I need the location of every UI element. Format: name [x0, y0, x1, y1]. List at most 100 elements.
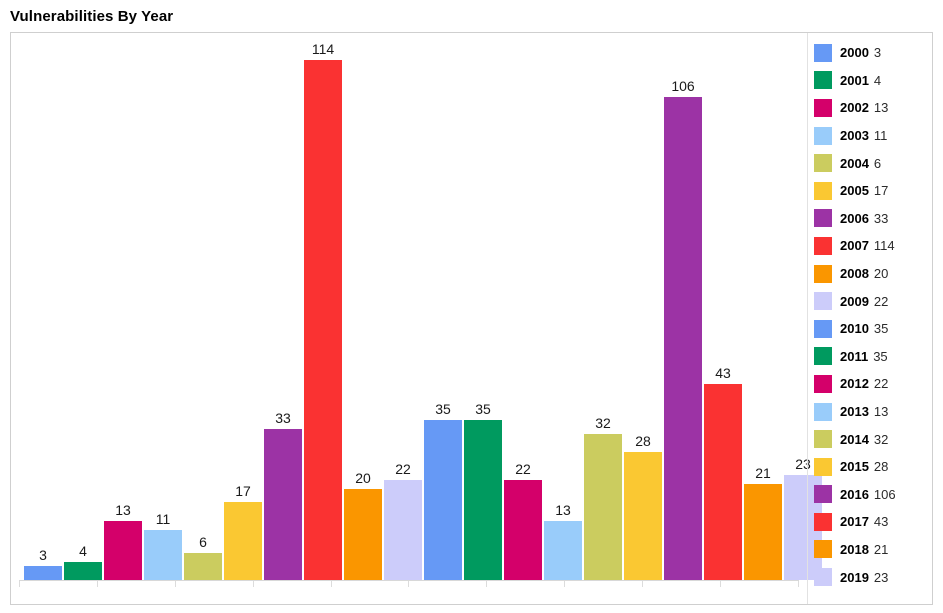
legend-count-label: 17 [873, 183, 889, 199]
bar-group[interactable]: 4 [64, 39, 102, 580]
bar-group[interactable]: 17 [224, 39, 262, 580]
legend-color-swatch [814, 319, 832, 338]
legend-item[interactable]: 2001 4 [814, 67, 932, 95]
bar-series: 3 4 13 11 6 17 33 114 20 22 35 35 22 13 32 28 106 43 21 23 [23, 39, 822, 580]
bar-rect[interactable] [184, 552, 222, 580]
legend-item[interactable]: 2007 114 [814, 232, 932, 260]
chart-page: Vulnerabilities By Year 3 4 13 11 6 17 33 114 20… [0, 0, 943, 613]
bar-group[interactable]: 13 [544, 39, 582, 580]
legend-year-label: 2004 [840, 155, 869, 171]
bar-rect[interactable] [64, 561, 102, 580]
legend-item[interactable]: 2019 23 [814, 563, 932, 591]
bar-value-label: 17 [235, 483, 251, 500]
bar-value-label: 3 [39, 547, 47, 564]
legend-year-label: 2006 [840, 210, 869, 226]
legend-color-swatch [814, 43, 832, 62]
bar-rect[interactable] [384, 479, 422, 580]
bar-rect[interactable] [424, 420, 462, 580]
legend-item[interactable]: 2012 22 [814, 370, 932, 398]
bar-rect[interactable] [24, 566, 62, 580]
bar-value-label: 11 [155, 510, 171, 527]
bar-group[interactable]: 32 [584, 39, 622, 580]
bar-group[interactable]: 13 [104, 39, 142, 580]
legend-item[interactable]: 2002 13 [814, 94, 932, 122]
legend-count-label: 6 [873, 155, 882, 171]
legend-color-swatch [814, 71, 832, 90]
legend-count-label: 13 [873, 404, 889, 420]
bar-rect[interactable] [344, 488, 382, 580]
chart-legend: 2000 3 2001 4 2002 13 2003 11 2004 6 2005 17 2006 33 2… [807, 33, 932, 604]
bar-group[interactable]: 11 [144, 39, 182, 580]
legend-year-label: 2012 [840, 376, 869, 392]
legend-item[interactable]: 2018 21 [814, 536, 932, 564]
legend-color-swatch [814, 568, 832, 587]
bar-rect[interactable] [664, 96, 702, 580]
bar-group[interactable]: 3 [24, 39, 62, 580]
bar-group[interactable]: 33 [264, 39, 302, 580]
legend-year-label: 2005 [840, 183, 869, 199]
legend-year-label: 2017 [840, 514, 869, 530]
legend-item[interactable]: 2009 22 [814, 287, 932, 315]
bar-group[interactable]: 35 [464, 39, 502, 580]
bar-group[interactable]: 114 [304, 39, 342, 580]
legend-color-swatch [814, 181, 832, 200]
bar-rect[interactable] [584, 434, 622, 580]
legend-item[interactable]: 2013 13 [814, 398, 932, 426]
legend-color-swatch [814, 347, 832, 366]
bar-rect[interactable] [744, 484, 782, 580]
legend-count-label: 11 [873, 128, 888, 144]
bar-value-label: 28 [635, 433, 651, 450]
legend-color-swatch [814, 430, 832, 449]
bar-group[interactable]: 20 [344, 39, 382, 580]
bar-group[interactable]: 22 [504, 39, 542, 580]
bar-group[interactable]: 6 [184, 39, 222, 580]
bar-rect[interactable] [504, 479, 542, 580]
bar-rect[interactable] [544, 520, 582, 580]
legend-count-label: 13 [873, 100, 889, 116]
bar-group[interactable]: 28 [624, 39, 662, 580]
bar-rect[interactable] [264, 429, 302, 580]
legend-item[interactable]: 2010 35 [814, 315, 932, 343]
legend-year-label: 2003 [840, 128, 869, 144]
legend-year-label: 2013 [840, 404, 869, 420]
legend-item[interactable]: 2017 43 [814, 508, 932, 536]
legend-item[interactable]: 2008 20 [814, 260, 932, 288]
legend-item[interactable]: 2005 17 [814, 177, 932, 205]
bar-rect[interactable] [104, 520, 142, 580]
legend-color-swatch [814, 154, 832, 173]
legend-item[interactable]: 2006 33 [814, 205, 932, 233]
x-axis-tick [408, 581, 410, 587]
legend-item[interactable]: 2004 6 [814, 149, 932, 177]
legend-year-label: 2001 [840, 72, 869, 88]
legend-item[interactable]: 2014 32 [814, 425, 932, 453]
bar-group[interactable]: 43 [704, 39, 742, 580]
bar-value-label: 13 [555, 501, 571, 518]
bar-group[interactable]: 35 [424, 39, 462, 580]
bar-rect[interactable] [464, 420, 502, 580]
legend-count-label: 3 [873, 45, 882, 61]
legend-item[interactable]: 2016 106 [814, 481, 932, 509]
legend-count-label: 4 [873, 72, 882, 88]
bar-group[interactable]: 22 [384, 39, 422, 580]
bar-group[interactable]: 106 [664, 39, 702, 580]
bar-rect[interactable] [624, 452, 662, 580]
chart-frame: 3 4 13 11 6 17 33 114 20 22 35 35 22 13 32 28 106 43 21 23 … [10, 32, 933, 605]
bar-rect[interactable] [224, 502, 262, 580]
bar-value-label: 35 [435, 401, 451, 418]
legend-count-label: 43 [873, 514, 889, 530]
legend-year-label: 2008 [840, 266, 869, 282]
legend-item[interactable]: 2003 11 [814, 122, 932, 150]
bar-rect[interactable] [704, 383, 742, 580]
bar-rect[interactable] [144, 529, 182, 580]
legend-year-label: 2019 [840, 569, 869, 585]
legend-item[interactable]: 2000 3 [814, 39, 932, 67]
bar-group[interactable]: 21 [744, 39, 782, 580]
legend-count-label: 23 [873, 569, 889, 585]
bar-value-label: 22 [515, 460, 531, 477]
legend-item[interactable]: 2011 35 [814, 343, 932, 371]
legend-item[interactable]: 2015 28 [814, 453, 932, 481]
legend-color-swatch [814, 374, 832, 393]
bar-rect[interactable] [304, 60, 342, 580]
legend-count-label: 32 [873, 431, 889, 447]
legend-color-swatch [814, 98, 832, 117]
